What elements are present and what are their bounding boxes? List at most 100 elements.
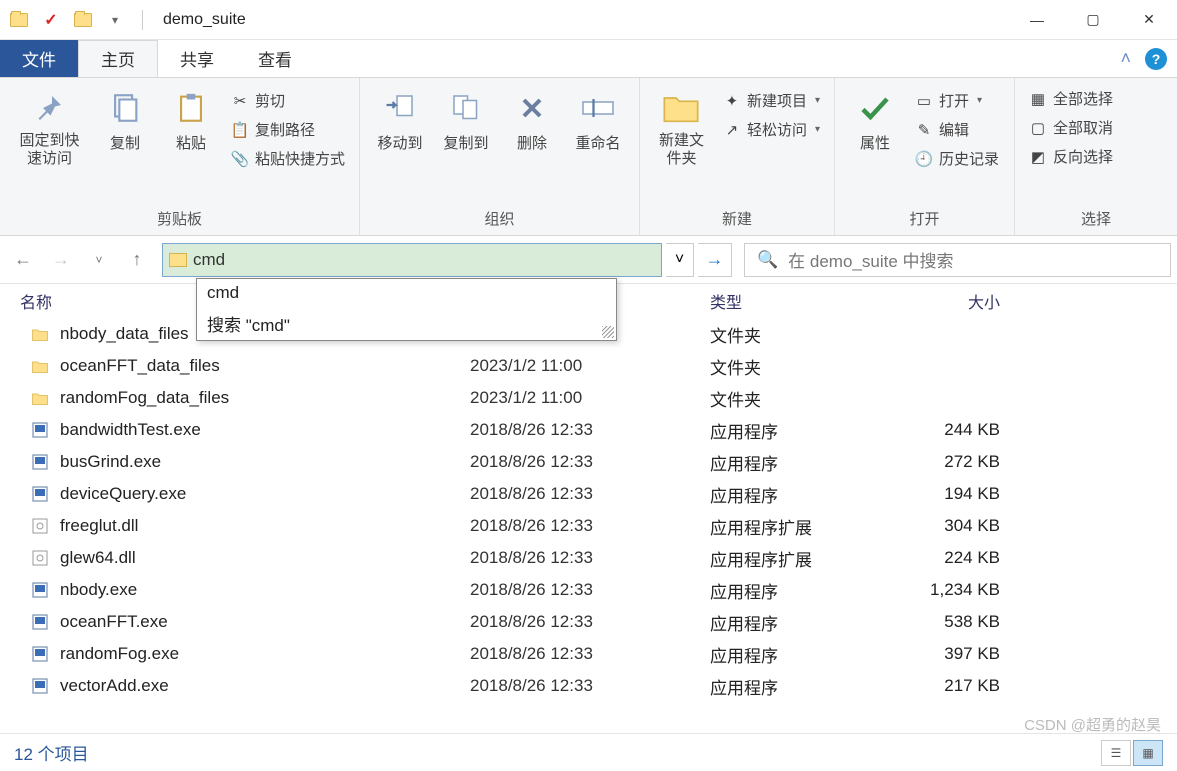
resize-grip[interactable] bbox=[602, 326, 614, 338]
file-size: 194 KB bbox=[910, 484, 1030, 504]
forward-button[interactable]: → bbox=[44, 243, 78, 277]
file-type: 文件夹 bbox=[710, 386, 910, 411]
file-date: 2023/1/2 11:00 bbox=[470, 388, 710, 408]
file-row[interactable]: nbody.exe2018/8/26 12:33应用程序1,234 KB bbox=[0, 574, 1177, 606]
file-icon bbox=[30, 580, 50, 600]
file-name: nbody_data_files bbox=[60, 324, 189, 344]
item-count: 12 个项目 bbox=[14, 740, 89, 765]
quick-access-toolbar: ✓ ▾ bbox=[0, 10, 157, 30]
tab-share[interactable]: 共享 bbox=[158, 40, 236, 77]
properties-icon[interactable]: ✓ bbox=[42, 11, 60, 29]
group-open: 属性 ▭打开▾ ✎编辑 🕘历史记录 打开 bbox=[835, 78, 1015, 235]
up-button[interactable]: ↑ bbox=[120, 243, 154, 277]
file-name: busGrind.exe bbox=[60, 452, 161, 472]
cut-button[interactable]: ✂剪切 bbox=[227, 88, 349, 113]
file-icon bbox=[30, 644, 50, 664]
file-row[interactable]: randomFog.exe2018/8/26 12:33应用程序397 KB bbox=[0, 638, 1177, 670]
new-item-button[interactable]: ✦新建项目▾ bbox=[719, 88, 824, 113]
tab-view[interactable]: 查看 bbox=[236, 40, 314, 77]
file-row[interactable]: busGrind.exe2018/8/26 12:33应用程序272 KB bbox=[0, 446, 1177, 478]
delete-button[interactable]: 删除 bbox=[502, 84, 562, 157]
tab-file[interactable]: 文件 bbox=[0, 40, 78, 77]
maximize-button[interactable]: ▢ bbox=[1065, 0, 1121, 40]
rename-button[interactable]: 重命名 bbox=[568, 84, 628, 157]
new-folder-button[interactable]: 新建文件夹 bbox=[650, 84, 713, 172]
col-size[interactable]: 大小 bbox=[910, 289, 1030, 313]
pin-button[interactable]: 固定到快速访问 bbox=[10, 84, 89, 172]
file-type: 应用程序 bbox=[710, 450, 910, 475]
file-date: 2018/8/26 12:33 bbox=[470, 612, 710, 632]
col-type[interactable]: 类型 bbox=[710, 289, 910, 313]
file-row[interactable]: glew64.dll2018/8/26 12:33应用程序扩展224 KB bbox=[0, 542, 1177, 574]
file-row[interactable]: oceanFFT.exe2018/8/26 12:33应用程序538 KB bbox=[0, 606, 1177, 638]
copy-path-icon: 📋 bbox=[231, 121, 249, 139]
suggestion-item[interactable]: cmd bbox=[197, 279, 616, 307]
view-icons-button[interactable]: ▦ bbox=[1133, 740, 1163, 766]
qat-dropdown-icon[interactable]: ▾ bbox=[106, 11, 124, 29]
file-name: nbody.exe bbox=[60, 580, 137, 600]
file-row[interactable]: vectorAdd.exe2018/8/26 12:33应用程序217 KB bbox=[0, 670, 1177, 702]
help-icon[interactable]: ? bbox=[1145, 48, 1167, 70]
file-row[interactable]: bandwidthTest.exe2018/8/26 12:33应用程序244 … bbox=[0, 414, 1177, 446]
select-none-icon: ▢ bbox=[1029, 119, 1047, 137]
file-icon bbox=[30, 612, 50, 632]
edit-button[interactable]: ✎编辑 bbox=[911, 117, 1003, 142]
select-none-button[interactable]: ▢全部取消 bbox=[1025, 115, 1117, 140]
file-row[interactable]: deviceQuery.exe2018/8/26 12:33应用程序194 KB bbox=[0, 478, 1177, 510]
file-type: 文件夹 bbox=[710, 322, 910, 347]
file-row[interactable]: randomFog_data_files2023/1/2 11:00文件夹 bbox=[0, 382, 1177, 414]
file-row[interactable]: freeglut.dll2018/8/26 12:33应用程序扩展304 KB bbox=[0, 510, 1177, 542]
address-input[interactable] bbox=[193, 250, 655, 270]
file-row[interactable]: oceanFFT_data_files2023/1/2 11:00文件夹 bbox=[0, 350, 1177, 382]
file-type: 应用程序扩展 bbox=[710, 514, 910, 539]
history-icon: 🕘 bbox=[915, 150, 933, 168]
history-button[interactable]: 🕘历史记录 bbox=[911, 146, 1003, 171]
easy-access-button[interactable]: ↗轻松访问▾ bbox=[719, 117, 824, 142]
suggestion-item[interactable]: 搜索 "cmd" bbox=[197, 307, 616, 340]
copy-button[interactable]: 复制 bbox=[95, 84, 155, 157]
search-icon: 🔍 bbox=[757, 250, 778, 270]
paste-shortcut-button[interactable]: 📎粘贴快捷方式 bbox=[227, 146, 349, 171]
file-icon bbox=[30, 356, 50, 376]
refresh-button[interactable]: → bbox=[698, 243, 732, 277]
move-to-button[interactable]: 移动到 bbox=[370, 84, 430, 157]
paste-button[interactable]: 粘贴 bbox=[161, 84, 221, 157]
shortcut-icon: 📎 bbox=[231, 150, 249, 168]
file-icon bbox=[30, 676, 50, 696]
invert-button[interactable]: ◩反向选择 bbox=[1025, 144, 1117, 169]
file-type: 文件夹 bbox=[710, 354, 910, 379]
file-name: randomFog.exe bbox=[60, 644, 179, 664]
easy-access-icon: ↗ bbox=[723, 121, 741, 139]
recent-dropdown[interactable]: ˅ bbox=[82, 243, 116, 277]
close-button[interactable]: ✕ bbox=[1121, 0, 1177, 40]
navigation-row: ← → ˅ ↑ ˅ → 🔍 在 demo_suite 中搜索 cmd 搜索 "c… bbox=[0, 236, 1177, 284]
scissors-icon: ✂ bbox=[231, 92, 249, 110]
select-all-button[interactable]: ▦全部选择 bbox=[1025, 86, 1117, 111]
open-button[interactable]: ▭打开▾ bbox=[911, 88, 1003, 113]
group-label: 组织 bbox=[360, 204, 639, 235]
search-box[interactable]: 🔍 在 demo_suite 中搜索 bbox=[744, 243, 1171, 277]
file-date: 2018/8/26 12:33 bbox=[470, 644, 710, 664]
address-dropdown[interactable]: ˅ bbox=[666, 243, 694, 277]
tab-home[interactable]: 主页 bbox=[78, 40, 158, 77]
view-details-button[interactable]: ☰ bbox=[1101, 740, 1131, 766]
file-icon bbox=[30, 452, 50, 472]
copy-to-button[interactable]: 复制到 bbox=[436, 84, 496, 157]
group-label: 剪贴板 bbox=[0, 204, 359, 235]
collapse-ribbon-icon[interactable]: ˄ bbox=[1120, 48, 1131, 69]
ribbon-tabs: 文件 主页 共享 查看 ˄ ? bbox=[0, 40, 1177, 78]
title-bar: ✓ ▾ demo_suite — ▢ ✕ bbox=[0, 0, 1177, 40]
group-label: 新建 bbox=[640, 204, 834, 235]
copy-path-button[interactable]: 📋复制路径 bbox=[227, 117, 349, 142]
back-button[interactable]: ← bbox=[6, 243, 40, 277]
minimize-button[interactable]: — bbox=[1009, 0, 1065, 40]
file-date: 2018/8/26 12:33 bbox=[470, 676, 710, 696]
qat-folder-icon[interactable] bbox=[74, 11, 92, 29]
file-icon bbox=[30, 388, 50, 408]
properties-button[interactable]: 属性 bbox=[845, 84, 905, 157]
group-label: 打开 bbox=[835, 204, 1014, 235]
address-bar[interactable] bbox=[162, 243, 662, 277]
move-icon bbox=[380, 88, 420, 128]
file-date: 2023/1/2 11:00 bbox=[470, 356, 710, 376]
file-name: deviceQuery.exe bbox=[60, 484, 186, 504]
